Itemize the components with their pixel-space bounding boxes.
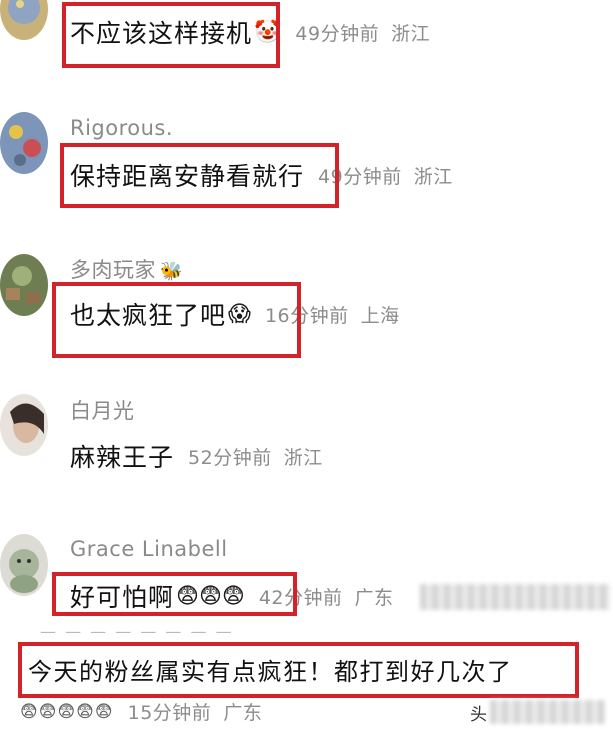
comment-location: 浙江 bbox=[283, 446, 323, 469]
avatar[interactable] bbox=[0, 394, 48, 456]
username[interactable]: 白月光 bbox=[70, 395, 135, 425]
comment-time: 15分钟前 bbox=[127, 702, 212, 724]
comment-location: 广东 bbox=[354, 586, 394, 609]
comment-meta: 52分钟前 浙江 bbox=[188, 443, 323, 470]
blurred-watermark bbox=[420, 584, 610, 610]
comment-location: 浙江 bbox=[391, 22, 431, 45]
comment-text: 麻辣王子 bbox=[70, 443, 175, 472]
comment-4: 麻辣王子 52分钟前 浙江 bbox=[70, 438, 323, 474]
comment-location: 浙江 bbox=[413, 165, 453, 188]
username-text[interactable]: 多肉玩家 bbox=[70, 258, 156, 282]
username[interactable]: Rigorous. bbox=[70, 116, 173, 140]
comment-6: 😨😨😨😨😨 15分钟前 广东 bbox=[20, 698, 262, 725]
comment-time: 49分钟前 bbox=[295, 22, 380, 45]
highlight-box bbox=[52, 282, 301, 358]
username[interactable]: Grace Linabell bbox=[70, 537, 228, 561]
avatar[interactable] bbox=[0, 0, 48, 40]
watermark-text: 头 bbox=[470, 705, 487, 725]
avatar[interactable] bbox=[0, 112, 48, 174]
comment-location: 上海 bbox=[360, 304, 400, 327]
blurred-watermark bbox=[490, 700, 605, 724]
comment-location: 广东 bbox=[223, 702, 263, 724]
fearful-face-icon: 😨😨😨😨😨 bbox=[20, 701, 114, 722]
highlight-box bbox=[60, 143, 339, 208]
highlight-box bbox=[62, 2, 280, 68]
faint-username: — — — — — — — — bbox=[40, 622, 234, 641]
avatar[interactable] bbox=[0, 254, 48, 316]
comment-meta: 15分钟前 广东 bbox=[128, 698, 263, 725]
highlight-box bbox=[18, 642, 579, 698]
highlight-box bbox=[52, 572, 297, 616]
username[interactable]: 多肉玩家 🐝 bbox=[70, 254, 183, 284]
comment-meta: 49分钟前 浙江 bbox=[295, 19, 430, 46]
avatar[interactable] bbox=[0, 534, 48, 596]
comment-time: 52分钟前 bbox=[188, 446, 272, 469]
bee-badge-icon: 🐝 bbox=[160, 260, 183, 282]
